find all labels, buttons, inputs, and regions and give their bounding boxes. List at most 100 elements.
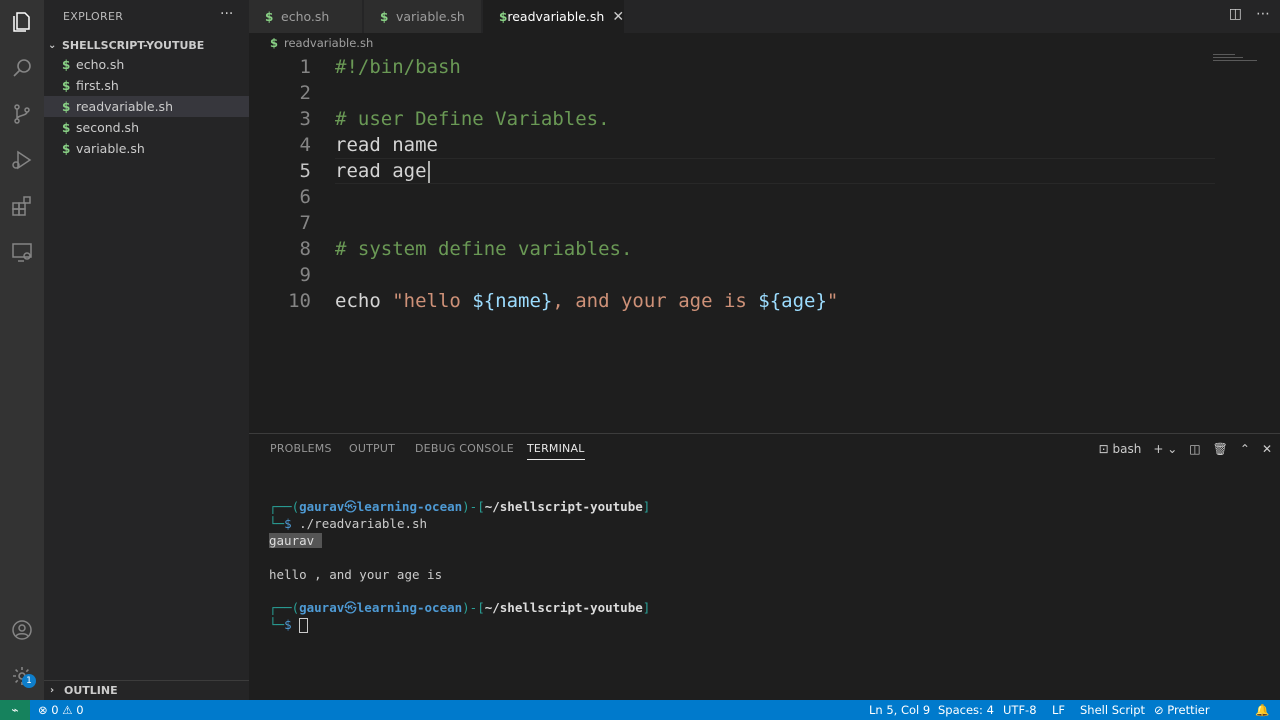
- code-line: 9: [249, 262, 1249, 288]
- bell-icon[interactable]: 🔔: [1255, 703, 1269, 717]
- line-number: 9: [299, 264, 311, 286]
- problems-status[interactable]: ⊗ 0 ⚠ 0: [38, 703, 84, 717]
- shell-file-icon: $: [270, 36, 279, 50]
- settings-badge: 1: [22, 674, 36, 688]
- explorer-title: EXPLORER: [63, 10, 124, 23]
- file-name: readvariable.sh: [76, 99, 173, 114]
- terminal-cursor: [299, 618, 309, 633]
- tab-output[interactable]: OUTPUT: [349, 442, 395, 455]
- file-name: first.sh: [76, 78, 119, 93]
- split-terminal-icon[interactable]: ◫: [1189, 442, 1200, 456]
- code-text-wrap: echo "hello ${name}, and your age is ${a…: [335, 288, 838, 314]
- code-line: 8 # system define variables.: [249, 236, 1249, 262]
- outline-label: OUTLINE: [64, 684, 118, 697]
- line-number: 5: [299, 160, 311, 182]
- terminal-command: ./readvariable.sh: [291, 516, 428, 531]
- line-number: 6: [299, 186, 311, 208]
- status-bar: ⌁ ⊗ 0 ⚠ 0 Ln 5, Col 9 Spaces: 4 UTF-8 LF…: [0, 700, 1280, 720]
- outline-section[interactable]: › OUTLINE: [44, 680, 249, 700]
- file-item-readvariable[interactable]: $ readvariable.sh: [44, 96, 249, 117]
- cursor-position[interactable]: Ln 5, Col 9: [869, 703, 930, 717]
- prompt-bracket: └─: [269, 617, 285, 632]
- tab-terminal[interactable]: TERMINAL: [527, 442, 585, 460]
- prompt-user: gaurav: [299, 600, 345, 615]
- tab-label: echo.sh: [281, 9, 330, 24]
- more-actions-icon[interactable]: ···: [220, 6, 233, 22]
- terminal-input-line: gaurav: [269, 532, 322, 549]
- prompt-bracket: ┌──(: [269, 499, 300, 514]
- prompt-path: ~/shellscript-youtube: [484, 499, 643, 514]
- shell-file-icon: $: [380, 9, 389, 24]
- terminal-shell-selector[interactable]: ⊡ bash: [1099, 442, 1142, 456]
- end-of-line[interactable]: LF: [1052, 703, 1065, 717]
- files-icon[interactable]: [0, 0, 44, 44]
- file-name: second.sh: [76, 120, 139, 135]
- remote-explorer-icon[interactable]: [0, 230, 44, 274]
- new-terminal-icon[interactable]: + ⌄: [1153, 442, 1177, 456]
- file-item-variable[interactable]: $ variable.sh: [44, 138, 249, 159]
- tab-echo[interactable]: $ echo.sh: [249, 0, 363, 33]
- indentation[interactable]: Spaces: 4: [938, 703, 994, 717]
- trash-icon[interactable]: 🗑: [1213, 442, 1228, 456]
- prompt-at: ㉿: [344, 600, 357, 615]
- breadcrumb-file: readvariable.sh: [284, 36, 374, 50]
- code-editor[interactable]: 1 #!/bin/bash 2 3 # user Define Variable…: [249, 52, 1280, 432]
- close-icon[interactable]: ✕: [612, 9, 624, 25]
- breadcrumb[interactable]: $ readvariable.sh: [270, 35, 373, 51]
- language-mode[interactable]: Shell Script: [1080, 703, 1145, 717]
- code-text: #!/bin/bash: [335, 56, 461, 78]
- code-variable: ${name}: [472, 290, 553, 312]
- prompt-bracket: ]: [642, 600, 651, 615]
- more-actions-icon[interactable]: ⋯: [1256, 6, 1270, 22]
- shell-file-icon: $: [62, 78, 71, 93]
- terminal-prompt-line: ┌──(gaurav㉿learning-ocean)-[~/shellscrip…: [269, 498, 650, 515]
- code-line: 1 #!/bin/bash: [249, 54, 1249, 80]
- prettier-status[interactable]: ⊘ Prettier: [1154, 703, 1210, 717]
- code-line: 3 # user Define Variables.: [249, 106, 1249, 132]
- code-line: 4 read name: [249, 132, 1249, 158]
- explorer-sidebar: EXPLORER ··· ⌄ SHELLSCRIPT-YOUTUBE $ ech…: [44, 0, 249, 700]
- settings-gear-icon[interactable]: [0, 654, 44, 698]
- shell-file-icon: $: [62, 120, 71, 135]
- code-string: ": [826, 290, 839, 312]
- encoding[interactable]: UTF-8: [1003, 703, 1037, 717]
- maximize-panel-icon[interactable]: ⌃: [1240, 442, 1250, 456]
- tab-problems[interactable]: PROBLEMS: [270, 442, 332, 455]
- prompt-host: learning-ocean: [356, 600, 463, 615]
- prompt-bracket: ┌──(: [269, 600, 300, 615]
- search-icon[interactable]: [0, 46, 44, 90]
- folder-header[interactable]: ⌄ SHELLSCRIPT-YOUTUBE: [48, 37, 204, 53]
- source-control-icon[interactable]: [0, 92, 44, 136]
- extensions-icon[interactable]: [0, 184, 44, 228]
- folder-name: SHELLSCRIPT-YOUTUBE: [62, 38, 205, 52]
- line-number: 8: [299, 238, 311, 260]
- prompt-bracket: )-[: [462, 499, 485, 514]
- file-item-second[interactable]: $ second.sh: [44, 117, 249, 138]
- code-command: echo: [335, 290, 393, 312]
- terminal-command-line: └─$ ./readvariable.sh: [269, 515, 427, 532]
- file-item-echo[interactable]: $ echo.sh: [44, 54, 249, 75]
- code-text-wrap: read age: [335, 158, 430, 184]
- code-line: 6: [249, 184, 1249, 210]
- tab-label: variable.sh: [396, 9, 465, 24]
- line-number: 1: [299, 56, 311, 78]
- run-debug-icon[interactable]: [0, 138, 44, 182]
- remote-indicator[interactable]: ⌁: [0, 700, 30, 720]
- tab-readvariable[interactable]: $ readvariable.sh ✕: [483, 0, 625, 33]
- account-icon[interactable]: [0, 608, 44, 652]
- tab-variable[interactable]: $ variable.sh: [364, 0, 482, 33]
- terminal-active-line[interactable]: └─$: [269, 616, 309, 633]
- file-item-first[interactable]: $ first.sh: [44, 75, 249, 96]
- prompt-dollar: $: [284, 516, 292, 531]
- code-string: , and your age is: [552, 290, 759, 312]
- tab-debug-console[interactable]: DEBUG CONSOLE: [415, 442, 514, 455]
- split-editor-icon[interactable]: ◫: [1229, 6, 1242, 22]
- terminal-icon: ⊡: [1098, 442, 1109, 456]
- code-text: # system define variables.: [335, 238, 633, 260]
- shell-file-icon: $: [62, 99, 71, 114]
- file-name: echo.sh: [76, 57, 125, 72]
- code-line-current: 5 read age: [249, 158, 1249, 184]
- editor-tabs: $ echo.sh $ variable.sh $ readvariable.s…: [249, 0, 1280, 33]
- code-text: read age: [335, 160, 427, 182]
- close-panel-icon[interactable]: ✕: [1262, 442, 1272, 456]
